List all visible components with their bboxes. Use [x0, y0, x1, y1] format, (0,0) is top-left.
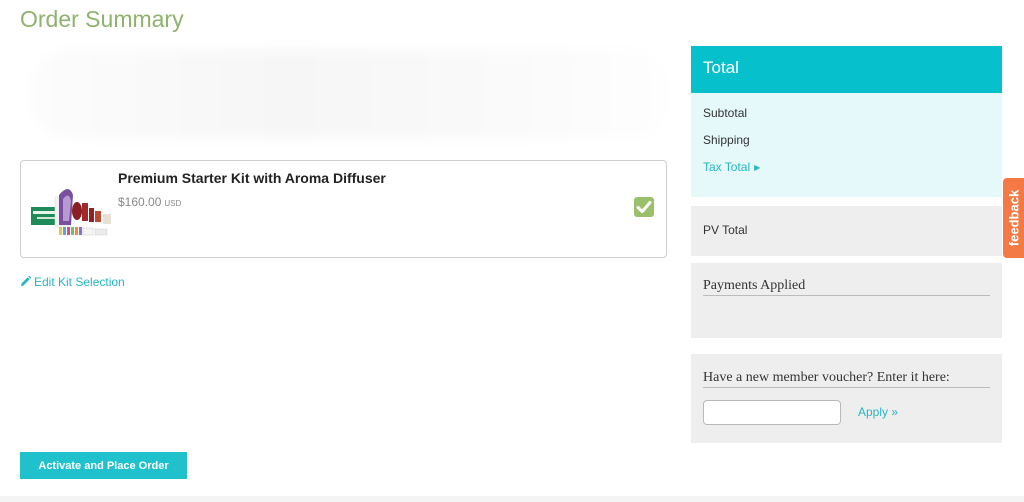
payments-applied-heading: Payments Applied: [703, 278, 990, 296]
page-bottom-divider: [0, 496, 1024, 502]
kit-card[interactable]: Premium Starter Kit with Aroma Diffuser …: [20, 160, 667, 258]
blurred-banner: [30, 50, 670, 138]
pencil-icon: [20, 276, 31, 287]
pv-total-panel: PV Total: [691, 206, 1002, 256]
tax-total-label: Tax Total: [703, 160, 751, 174]
edit-kit-selection-link[interactable]: Edit Kit Selection: [20, 275, 125, 289]
kit-name: Premium Starter Kit with Aroma Diffuser: [118, 170, 386, 186]
feedback-tab[interactable]: feedback: [1003, 178, 1024, 258]
pv-total-label: PV Total: [703, 223, 748, 237]
tax-total-toggle[interactable]: Tax Total ▶: [703, 160, 760, 174]
total-body: Subtotal Shipping Tax Total ▶: [691, 93, 1002, 197]
feedback-label: feedback: [1006, 189, 1021, 247]
subtotal-label: Subtotal: [703, 106, 748, 120]
kit-price: $160.00: [118, 195, 162, 209]
payments-applied-panel: Payments Applied: [691, 263, 1002, 338]
kit-currency: USD: [164, 199, 182, 208]
triangle-right-icon: ▶: [754, 163, 761, 172]
total-panel: Total Subtotal Shipping Tax Total ▶: [691, 46, 1002, 197]
edit-kit-selection-label: Edit Kit Selection: [34, 275, 125, 289]
voucher-heading: Have a new member voucher? Enter it here…: [703, 370, 990, 388]
voucher-panel: Have a new member voucher? Enter it here…: [691, 354, 1002, 443]
activate-and-place-order-button[interactable]: Activate and Place Order: [20, 452, 187, 479]
apply-voucher-link[interactable]: Apply »: [858, 405, 898, 419]
starter-kit-product-image: [31, 189, 111, 236]
total-header: Total: [691, 46, 1002, 93]
voucher-input[interactable]: [703, 400, 841, 425]
shipping-label: Shipping: [703, 133, 750, 147]
page-title: Order Summary: [20, 6, 184, 32]
checkbox-checked-icon[interactable]: [634, 197, 654, 217]
kit-price-line: $160.00 USD: [118, 195, 181, 209]
